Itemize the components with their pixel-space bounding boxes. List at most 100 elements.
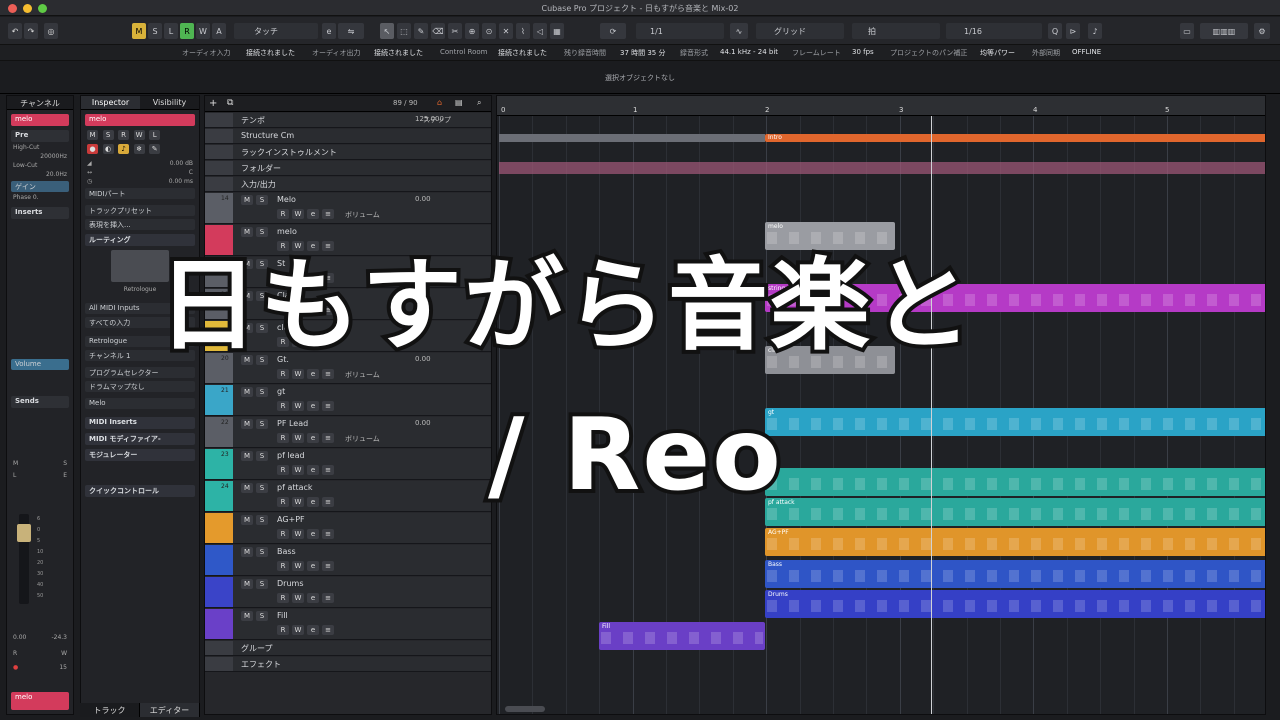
track-color-strip[interactable] xyxy=(205,545,233,575)
track-automation-button[interactable]: e xyxy=(307,497,319,507)
clip-gt[interactable]: gt xyxy=(765,408,1265,436)
draw-tool-icon[interactable]: ✎ xyxy=(414,23,428,39)
track-solo-button[interactable]: S xyxy=(256,547,268,557)
track-row[interactable]: ラックインストゥルメント xyxy=(205,145,491,160)
mute-button[interactable]: M xyxy=(13,460,18,467)
track-name[interactable]: テンポ xyxy=(241,115,265,126)
autoscroll-icon[interactable]: ⟳ xyxy=(600,23,626,39)
track-automation-button[interactable]: R xyxy=(277,209,289,219)
delay-value[interactable]: 0.00 ms xyxy=(169,178,193,185)
track-row[interactable]: 入力/出力 xyxy=(205,177,491,192)
track-automation-button[interactable]: W xyxy=(292,593,304,603)
edit-button[interactable]: E xyxy=(63,472,67,479)
mute-tool-icon[interactable]: ✕ xyxy=(499,23,513,39)
track-color-strip[interactable] xyxy=(205,641,233,655)
clip-intro[interactable]: Intro xyxy=(765,134,1265,142)
clip-ag-pf[interactable]: AG+PF xyxy=(765,528,1265,556)
window-layout-icon[interactable]: ▥▥▥ xyxy=(1200,23,1248,39)
tab-visibility[interactable]: Visibility xyxy=(140,96,199,109)
track-name[interactable]: pf attack xyxy=(277,483,313,492)
track-automation-button[interactable]: W xyxy=(292,401,304,411)
track-automation-button[interactable]: R xyxy=(277,593,289,603)
track-row[interactable]: Drums M S R We ≡ xyxy=(205,577,491,608)
track-automation-button[interactable]: ≡ xyxy=(322,401,334,411)
list-icon[interactable]: ▤ xyxy=(455,98,463,107)
gear-icon[interactable]: ⚙ xyxy=(1254,23,1270,39)
footer-channel-name[interactable]: melo xyxy=(11,692,69,710)
track-automation-button[interactable]: ≡ xyxy=(322,625,334,635)
track-automation-button[interactable]: W xyxy=(292,465,304,475)
track-name[interactable]: PF Lead xyxy=(277,419,308,428)
track-color-strip[interactable] xyxy=(205,129,233,143)
track-mute-button[interactable]: M xyxy=(241,547,253,557)
track-mute-button[interactable]: M xyxy=(241,611,253,621)
track-name[interactable]: Bass xyxy=(277,547,296,556)
range-tool-icon[interactable]: ⬚ xyxy=(397,23,411,39)
solo-button[interactable]: S xyxy=(102,130,114,140)
step-icon[interactable]: ∿ xyxy=(730,23,748,39)
track-automation-button[interactable]: R xyxy=(277,369,289,379)
read-button[interactable]: R xyxy=(118,130,130,140)
phase-button[interactable]: Phase 0. xyxy=(13,194,39,201)
folder-lane[interactable] xyxy=(499,162,1265,174)
track-color-strip[interactable] xyxy=(205,145,233,159)
fader-knob[interactable] xyxy=(17,524,31,542)
track-automation-button[interactable]: R xyxy=(277,529,289,539)
record-enable-icon[interactable]: ● xyxy=(13,664,18,671)
inspector-track-name[interactable]: melo xyxy=(85,114,195,126)
track-row[interactable]: Fill M S R We ≡ xyxy=(205,609,491,640)
track-automation-button[interactable]: W xyxy=(292,529,304,539)
track-color-strip[interactable] xyxy=(205,177,233,191)
quantize-ratio-select[interactable]: 1/1 xyxy=(636,23,724,39)
track-automation-button[interactable]: R xyxy=(277,497,289,507)
track-solo-button[interactable]: S xyxy=(256,419,268,429)
mute-m-button[interactable]: M xyxy=(132,23,146,39)
redo-icon[interactable]: ↷ xyxy=(24,23,38,39)
track-solo-button[interactable]: S xyxy=(256,483,268,493)
tab-track[interactable]: トラック xyxy=(80,703,140,717)
track-name[interactable]: Drums xyxy=(277,579,303,588)
track-row[interactable]: 14 Melo M S R We ≡ 0.00 ボリューム xyxy=(205,193,491,224)
monitor-icon[interactable]: ◐ xyxy=(102,144,114,154)
volume-readout[interactable]: 0.00 xyxy=(13,634,26,641)
track-automation-button[interactable]: R xyxy=(277,625,289,635)
track-automation-button[interactable]: e xyxy=(307,593,319,603)
track-color-strip[interactable] xyxy=(205,657,233,671)
clip-drums[interactable]: Drums xyxy=(765,590,1265,618)
track-automation-button[interactable]: e xyxy=(307,209,319,219)
pre-section[interactable]: Pre xyxy=(11,130,69,142)
glue-tool-icon[interactable]: ⊕ xyxy=(465,23,479,39)
track-automation-button[interactable]: W xyxy=(292,497,304,507)
track-param-select[interactable]: ボリューム xyxy=(345,210,380,220)
track-name[interactable]: Structure Cm xyxy=(241,131,294,140)
grid-type-select[interactable]: 拍 xyxy=(852,23,940,39)
solo-button[interactable]: S xyxy=(63,460,67,467)
track-preset-field[interactable]: トラックプリセット xyxy=(85,205,195,216)
tempo-e-button[interactable]: e xyxy=(322,23,336,39)
snap-mode-select[interactable]: グリッド xyxy=(756,23,844,39)
track-name[interactable]: グループ xyxy=(241,643,273,654)
track-row[interactable]: 21 gt M S R We ≡ xyxy=(205,385,491,416)
horizontal-scrollbar[interactable] xyxy=(505,706,545,712)
quantize-select[interactable]: 1/16 xyxy=(946,23,1042,39)
tab-inspector[interactable]: Inspector xyxy=(81,96,140,109)
read-r-button[interactable]: R xyxy=(180,23,194,39)
lock-button[interactable]: L xyxy=(149,130,161,140)
add-track-icon[interactable]: + xyxy=(209,98,217,109)
undo-icon[interactable]: ↶ xyxy=(8,23,22,39)
history-icon[interactable]: ◎ xyxy=(44,23,58,39)
track-automation-button[interactable]: ≡ xyxy=(322,209,334,219)
track-automation-button[interactable]: ≡ xyxy=(322,369,334,379)
home-icon[interactable]: ⌂ xyxy=(437,98,442,107)
listen-button[interactable]: L xyxy=(13,472,16,479)
keyboard-icon[interactable]: ▭ xyxy=(1180,23,1194,39)
track-param-select[interactable]: ボリューム xyxy=(345,370,380,380)
track-name[interactable]: AG+PF xyxy=(277,515,305,524)
track-row[interactable]: Structure Cm xyxy=(205,129,491,144)
track-value[interactable]: 0.00 xyxy=(415,419,431,427)
zoom-tool-icon[interactable]: ⊙ xyxy=(482,23,496,39)
lowcut-value[interactable]: 20.0Hz xyxy=(46,171,67,178)
track-solo-button[interactable]: S xyxy=(256,579,268,589)
track-automation-button[interactable]: e xyxy=(307,465,319,475)
track-mute-button[interactable]: M xyxy=(241,387,253,397)
